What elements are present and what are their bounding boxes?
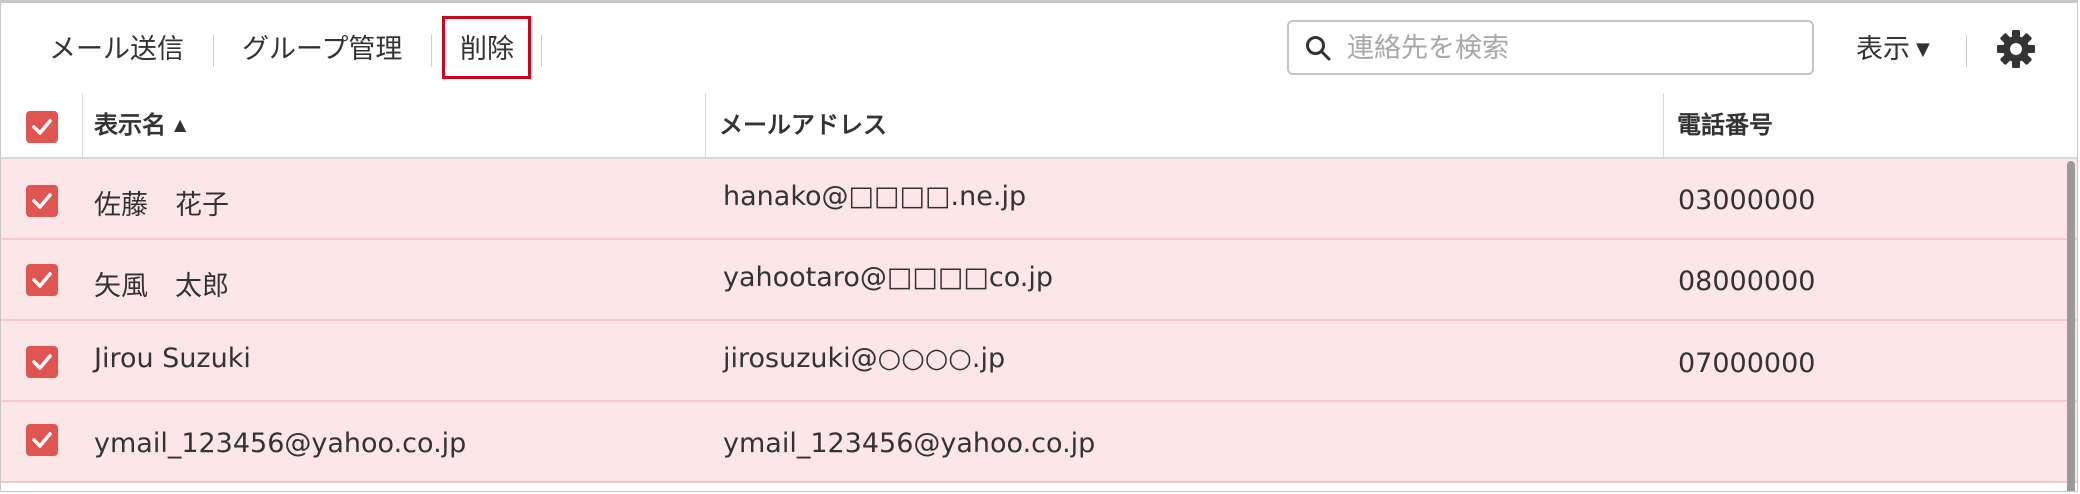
display-name-header-label: 表示名 xyxy=(94,111,166,139)
column-divider xyxy=(1663,93,1664,157)
column-header-email[interactable]: メールアドレス xyxy=(719,93,887,157)
contact-email: yahootaro@□□□□co.jp xyxy=(723,262,1053,293)
contact-email: jirosuzuki@○○○○.jp xyxy=(723,343,1006,374)
table-row[interactable]: Jirou Suzuki jirosuzuki@○○○○.jp 07000000 xyxy=(1,321,2077,402)
toolbar-divider xyxy=(541,35,542,67)
check-icon xyxy=(32,193,52,209)
send-mail-button[interactable]: メール送信 xyxy=(49,28,184,72)
column-divider xyxy=(705,93,706,157)
contact-phone: 08000000 xyxy=(1678,266,1816,297)
row-checkbox[interactable] xyxy=(26,185,58,217)
contact-name: 佐藤 花子 xyxy=(94,190,229,221)
view-label: 表示 xyxy=(1856,34,1910,65)
row-checkbox[interactable] xyxy=(26,424,58,456)
table-header: 表示名 ▲ メールアドレス 電話番号 xyxy=(1,93,2077,159)
contacts-panel: メール送信 グループ管理 削除 表示 ▼ xyxy=(0,0,2078,492)
check-icon xyxy=(32,432,52,448)
contact-name: Jirou Suzuki xyxy=(94,343,251,374)
search-icon xyxy=(1306,36,1331,61)
contact-email: ymail_123456@yahoo.co.jp xyxy=(723,428,1096,459)
select-all-checkbox[interactable] xyxy=(26,111,58,143)
row-checkbox[interactable] xyxy=(26,346,58,378)
contact-phone: 03000000 xyxy=(1678,185,1816,216)
contact-email: hanako@□□□□.ne.jp xyxy=(723,181,1027,212)
chevron-down-icon: ▼ xyxy=(1916,39,1930,60)
delete-button[interactable]: 削除 xyxy=(460,28,514,72)
contact-name: ymail_123456@yahoo.co.jp xyxy=(94,428,467,459)
toolbar-divider xyxy=(431,35,432,67)
toolbar-divider xyxy=(213,35,214,67)
toolbar: メール送信 グループ管理 削除 表示 ▼ xyxy=(1,3,2077,95)
contact-name: 矢風 太郎 xyxy=(94,271,229,302)
search-box[interactable] xyxy=(1287,20,1814,75)
group-manage-button[interactable]: グループ管理 xyxy=(242,28,402,72)
view-dropdown-button[interactable]: 表示 ▼ xyxy=(1856,28,1930,72)
row-checkbox[interactable] xyxy=(26,264,58,296)
column-divider xyxy=(82,93,83,157)
toolbar-divider xyxy=(1966,35,1967,67)
check-icon xyxy=(32,354,52,370)
vertical-scrollbar[interactable] xyxy=(2067,161,2075,491)
check-icon xyxy=(32,272,52,288)
gear-icon[interactable] xyxy=(1996,29,2036,69)
contact-phone: 07000000 xyxy=(1678,348,1816,379)
check-icon xyxy=(32,119,52,135)
column-header-phone[interactable]: 電話番号 xyxy=(1677,93,1773,157)
table-row[interactable]: 佐藤 花子 hanako@□□□□.ne.jp 03000000 xyxy=(1,159,2077,240)
search-input[interactable] xyxy=(1345,28,1799,68)
table-row[interactable]: ymail_123456@yahoo.co.jp ymail_123456@ya… xyxy=(1,402,2077,483)
sort-ascending-icon: ▲ xyxy=(174,115,187,134)
contact-list: 佐藤 花子 hanako@□□□□.ne.jp 03000000 矢風 太郎 y… xyxy=(1,159,2077,483)
table-row[interactable]: 矢風 太郎 yahootaro@□□□□co.jp 08000000 xyxy=(1,240,2077,321)
column-header-display-name[interactable]: 表示名 ▲ xyxy=(94,93,186,157)
